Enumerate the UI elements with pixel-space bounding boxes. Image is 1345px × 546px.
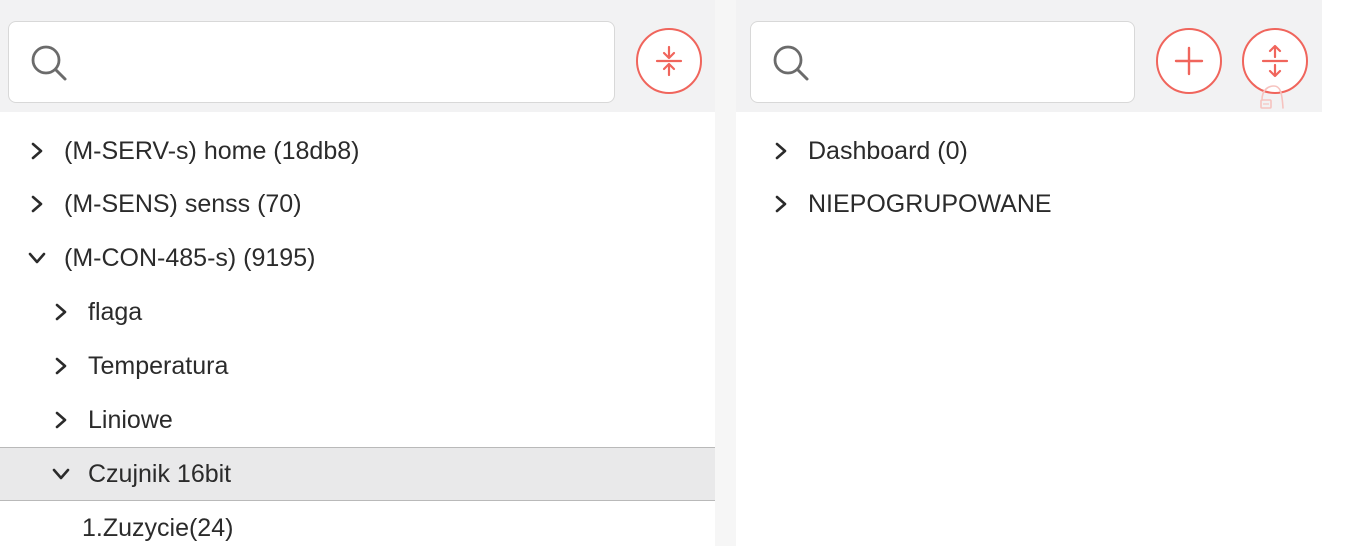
left-search-input[interactable] [79,22,604,102]
add-button[interactable] [1156,28,1222,94]
collapse-vertical-icon [655,45,683,77]
panel-divider [715,0,736,546]
collapse-all-button[interactable] [636,28,702,94]
tree-node-label: flaga [88,297,143,326]
tree-node-label: Liniowe [88,405,173,434]
tree-node-label: Czujnik 16bit [88,459,232,488]
tree-leaf[interactable]: 1.Zuzycie(24) [0,501,715,546]
chevron-right-icon[interactable] [766,136,796,166]
chevron-right-icon[interactable] [46,297,76,327]
tree-node[interactable]: flaga [0,285,715,339]
plus-icon [1174,46,1204,76]
left-toolbar [0,0,715,112]
search-icon [773,45,809,81]
chevron-right-icon[interactable] [46,405,76,435]
tree-leaf-label: 1.Zuzycie(24) [82,513,234,542]
tree-node[interactable]: (M-SERV-s) home (18db8) [0,125,715,177]
tree-node[interactable]: NIEPOGRUPOWANE [736,177,1322,231]
right-tree: Dashboard (0) NIEPOGRUPOWANE [736,112,1322,231]
right-search-box[interactable] [750,21,1135,103]
tree-node-label: NIEPOGRUPOWANE [808,189,1052,218]
left-search-box[interactable] [8,21,615,103]
trash-icon[interactable] [1254,78,1290,114]
tree-node[interactable]: (M-SENS) senss (70) [0,177,715,231]
chevron-right-icon[interactable] [46,351,76,381]
tree-node[interactable]: Liniowe [0,393,715,447]
tree-node[interactable]: Temperatura [0,339,715,393]
chevron-right-icon[interactable] [22,136,52,166]
expand-vertical-icon [1261,44,1289,78]
left-tree: (M-SERV-s) home (18db8) (M-SENS) senss (… [0,112,715,546]
left-panel: (M-SERV-s) home (18db8) (M-SENS) senss (… [0,0,715,546]
tree-node[interactable]: (M-CON-485-s) (9195) [0,231,715,285]
search-icon [31,45,67,81]
tree-node-label: (M-SERV-s) home (18db8) [64,136,360,165]
tree-node-label: Temperatura [88,351,229,380]
chevron-down-icon[interactable] [22,243,52,273]
right-search-input[interactable] [821,22,1124,102]
tree-node[interactable]: Dashboard (0) [736,125,1322,177]
right-panel: Dashboard (0) NIEPOGRUPOWANE [736,0,1322,546]
tree-node-label: Dashboard (0) [808,136,968,165]
right-edge [1322,0,1345,546]
tree-node-label: (M-SENS) senss (70) [64,189,302,218]
right-toolbar [736,0,1322,112]
chevron-right-icon[interactable] [22,189,52,219]
tree-node-selected[interactable]: Czujnik 16bit [0,447,715,501]
chevron-down-icon[interactable] [46,459,76,489]
tree-node-label: (M-CON-485-s) (9195) [64,243,316,272]
chevron-right-icon[interactable] [766,189,796,219]
